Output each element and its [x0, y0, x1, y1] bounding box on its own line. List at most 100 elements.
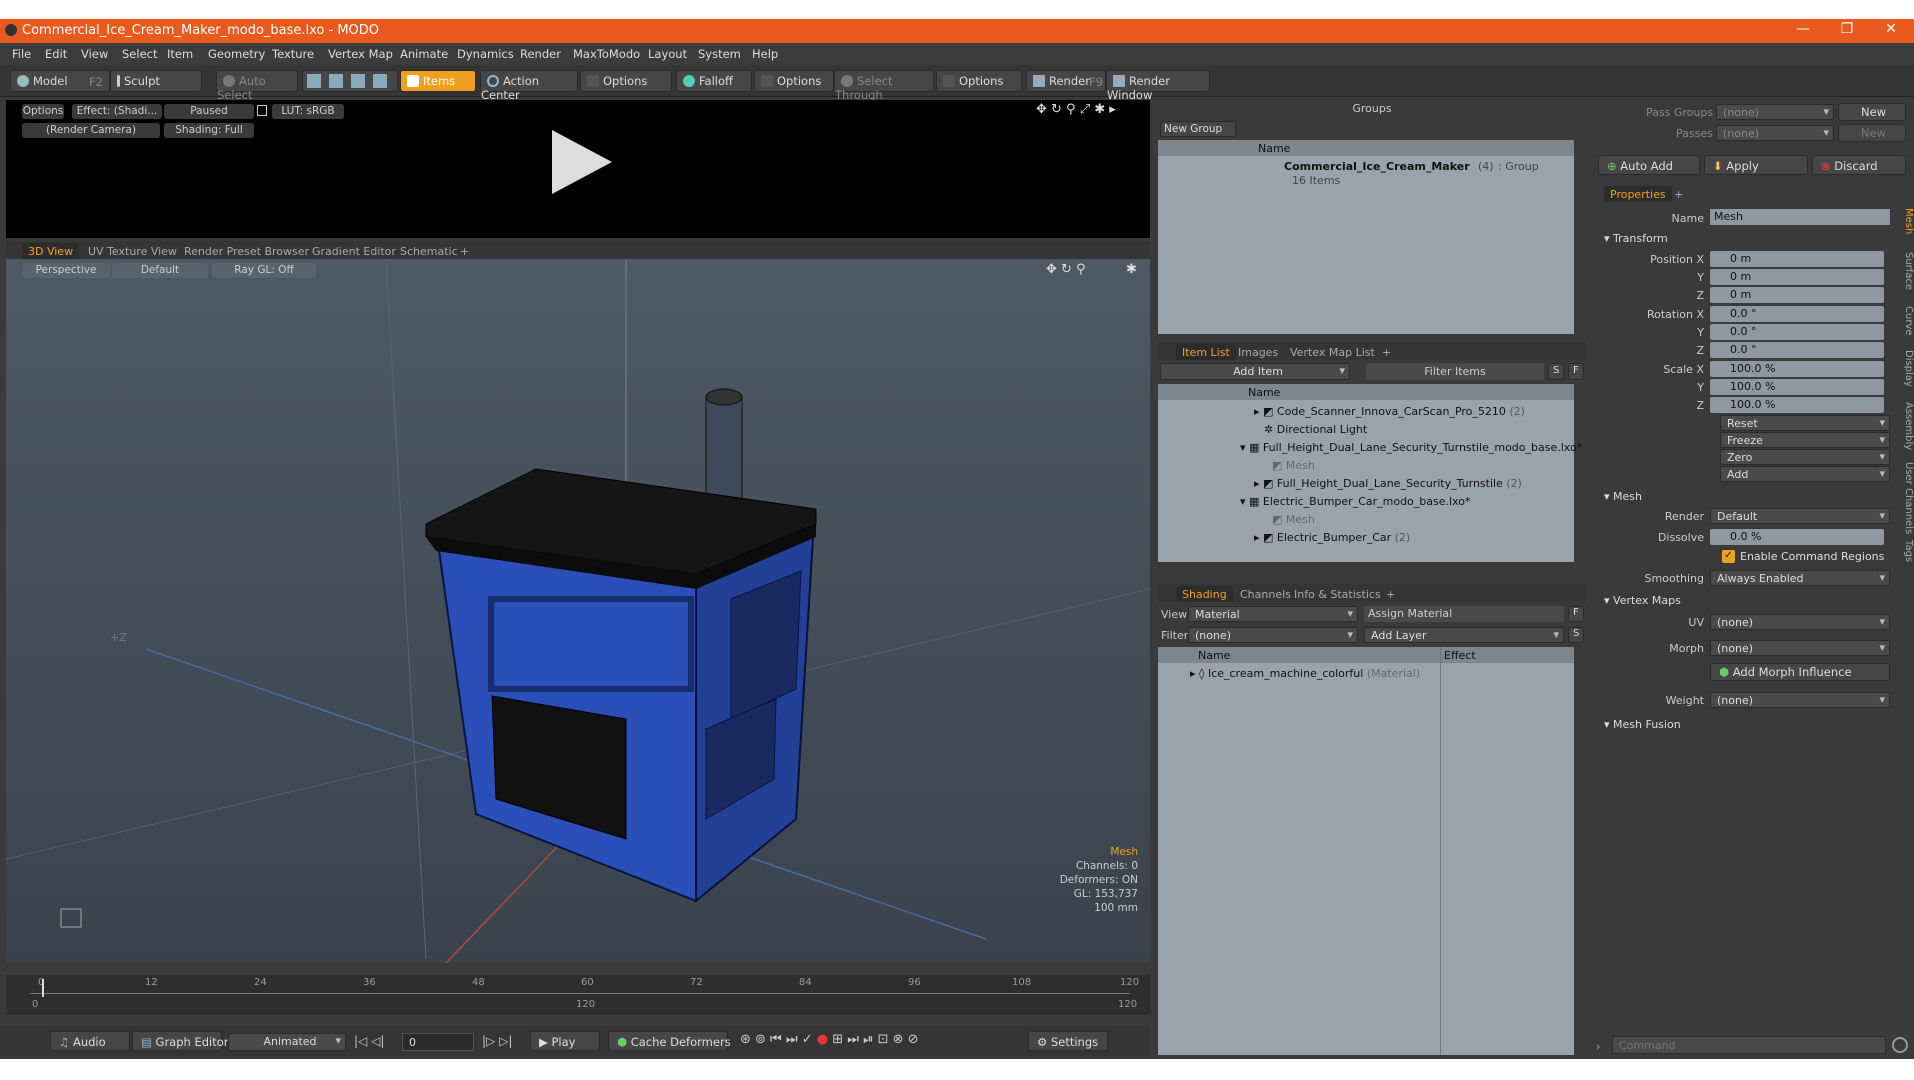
tab-gradient-editor[interactable]: Gradient Editor	[306, 243, 402, 259]
play-icon[interactable]	[546, 128, 616, 198]
cache-deformers-button[interactable]: ⬢ Cache Deformers	[608, 1031, 731, 1051]
new-pass-button[interactable]: New	[1838, 124, 1906, 142]
add-tab-button[interactable]: +	[454, 243, 475, 259]
playhead[interactable]	[42, 979, 44, 997]
menu-texture[interactable]: Texture	[272, 47, 314, 61]
viewport-3d[interactable]: Perspective Default Ray GL: Off ✥ ↻ ⚲ ✱ …	[6, 259, 1150, 963]
view-dropdown[interactable]: Material	[1188, 606, 1358, 622]
tab-vertex-map-list[interactable]: Vertex Map List	[1284, 344, 1381, 360]
shader-tree[interactable]: Name Effect ▸ ◊ Ice_cream_machine_colorf…	[1158, 647, 1574, 1055]
vertices-icon[interactable]	[307, 74, 321, 88]
render-preview[interactable]: Options Effect: (Shadi... Paused LUT: sR…	[6, 100, 1150, 238]
filter-dropdown[interactable]: (none)	[1188, 627, 1358, 643]
step-forward-icon[interactable]: |▷ ▷|	[482, 1034, 512, 1048]
menu-file[interactable]: File	[12, 47, 31, 61]
rotation-y-field[interactable]: 0.0 °	[1710, 324, 1884, 340]
shading-f-button[interactable]: F	[1568, 606, 1584, 622]
side-tab-tags[interactable]: Tags	[1896, 540, 1914, 562]
list-item[interactable]: ▾ ▦ Full_Height_Dual_Lane_Security_Turns…	[1240, 441, 1582, 454]
tab-info-statistics[interactable]: Info & Statistics	[1288, 586, 1387, 602]
add-tab-button[interactable]: +	[1380, 586, 1401, 602]
menu-animate[interactable]: Animate	[400, 47, 448, 61]
jump-start-icon[interactable]: |◁ ◁|	[354, 1034, 384, 1048]
audio-button[interactable]: ♫ Audio	[50, 1031, 130, 1051]
groups-list[interactable]: Name Commercial_Ice_Cream_Maker (4) : Gr…	[1158, 140, 1574, 334]
scale-y-field[interactable]: 100.0 %	[1710, 379, 1884, 395]
side-tab-mesh[interactable]: Mesh	[1896, 208, 1914, 234]
menu-edit[interactable]: Edit	[45, 47, 67, 61]
group-item-name[interactable]: Commercial_Ice_Cream_Maker	[1284, 160, 1470, 173]
auto-add-button[interactable]: ⊕ Auto Add	[1598, 155, 1700, 175]
item-list[interactable]: Name ▸ ◩ Code_Scanner_Innova_CarScan_Pro…	[1158, 384, 1582, 562]
tab-properties[interactable]: Properties	[1604, 186, 1672, 202]
settings-button[interactable]: ⚙ Settings	[1028, 1031, 1108, 1051]
discard-button[interactable]: ⊗ Discard	[1812, 155, 1906, 175]
select-mode-group[interactable]	[302, 70, 398, 92]
options-button-3[interactable]: Options	[936, 70, 1022, 92]
rotation-x-field[interactable]: 0.0 °	[1710, 306, 1884, 322]
item-list-f-button[interactable]: F	[1568, 363, 1584, 380]
position-x-field[interactable]: 0 m	[1710, 251, 1884, 267]
add-dropdown[interactable]: Add	[1720, 466, 1890, 482]
falloff-button[interactable]: Falloff	[676, 70, 752, 92]
morph-dropdown[interactable]: (none)	[1710, 640, 1890, 656]
menu-layout[interactable]: Layout	[648, 47, 687, 61]
model-button[interactable]: Model F2	[10, 70, 110, 92]
reset-dropdown[interactable]: Reset	[1720, 415, 1890, 431]
action-center-button[interactable]: Action Center	[480, 70, 578, 102]
assign-material-button[interactable]: Assign Material	[1364, 606, 1564, 622]
tab-render-preset-browser[interactable]: Render Preset Browser	[178, 243, 315, 259]
name-field[interactable]: Mesh	[1710, 209, 1890, 225]
new-group-button[interactable]: New Group	[1160, 121, 1236, 137]
weight-dropdown[interactable]: (none)	[1710, 692, 1890, 708]
side-tab-curve[interactable]: Curve	[1896, 306, 1914, 336]
animated-dropdown[interactable]: Animated	[228, 1033, 346, 1051]
scale-z-field[interactable]: 100.0 %	[1710, 397, 1884, 413]
preview-paused[interactable]: Paused	[164, 104, 254, 119]
preview-effect[interactable]: Effect: (Shadi...	[72, 104, 162, 119]
rotation-z-field[interactable]: 0.0 °	[1710, 342, 1884, 358]
play-button[interactable]: ▶ Play	[530, 1031, 600, 1051]
menu-render[interactable]: Render	[520, 47, 561, 61]
timeline[interactable]: 0 12 24 36 48 60 72 84 96 108 120 0 120 …	[6, 975, 1150, 1015]
minimize-button[interactable]: —	[1788, 21, 1818, 37]
menu-help[interactable]: Help	[752, 47, 778, 61]
preview-shading[interactable]: Shading: Full	[164, 123, 254, 138]
add-morph-influence-button[interactable]: ⬢ Add Morph Influence	[1710, 663, 1890, 681]
menu-vertex-map[interactable]: Vertex Map	[328, 47, 393, 61]
item-list-s-button[interactable]: S	[1548, 363, 1564, 380]
pass-groups-dropdown[interactable]: (none)	[1716, 104, 1834, 120]
sculpt-button[interactable]: Sculpt	[110, 70, 202, 92]
menu-maxtomodo[interactable]: MaxToModo	[573, 47, 640, 61]
list-item[interactable]: ▾ ▦ Electric_Bumper_Car_modo_base.lxo*	[1240, 495, 1470, 508]
edges-icon[interactable]	[329, 74, 343, 88]
vertex-maps-section[interactable]: ▾ Vertex Maps	[1604, 594, 1681, 607]
mesh-section[interactable]: ▾ Mesh	[1604, 490, 1642, 503]
render-button[interactable]: Render F9	[1026, 70, 1106, 92]
tab-shading[interactable]: Shading	[1176, 586, 1233, 602]
materials-icon[interactable]	[373, 74, 387, 88]
scale-x-field[interactable]: 100.0 %	[1710, 361, 1884, 377]
zero-dropdown[interactable]: Zero	[1720, 449, 1890, 465]
menu-view[interactable]: View	[81, 47, 108, 61]
tab-3d-view[interactable]: 3D View	[22, 243, 80, 259]
new-pass-group-button[interactable]: New	[1838, 103, 1906, 121]
graph-editor-button[interactable]: ▤ Graph Editor	[132, 1031, 229, 1051]
list-item[interactable]: ◩ Mesh	[1272, 459, 1315, 472]
add-item-dropdown[interactable]: Add Item	[1160, 363, 1350, 380]
side-tab-display[interactable]: Display	[1896, 350, 1914, 387]
items-button[interactable]: Items	[400, 70, 476, 92]
render-window-button[interactable]: Render Window	[1106, 70, 1210, 102]
add-tab-button[interactable]: +	[1376, 344, 1397, 360]
smoothing-dropdown[interactable]: Always Enabled	[1710, 570, 1890, 586]
dissolve-field[interactable]: 0.0 %	[1710, 529, 1884, 545]
list-item[interactable]: ▸ ◩ Full_Height_Dual_Lane_Security_Turns…	[1254, 477, 1522, 490]
side-tab-surface[interactable]: Surface	[1896, 252, 1914, 290]
list-item[interactable]: ◩ Mesh	[1272, 513, 1315, 526]
maximize-button[interactable]: ❐	[1832, 21, 1862, 37]
render-dropdown[interactable]: Default	[1710, 508, 1890, 524]
frame-input[interactable]: 0	[402, 1033, 474, 1051]
menu-select[interactable]: Select	[122, 47, 157, 61]
menu-dynamics[interactable]: Dynamics	[457, 47, 514, 61]
freeze-dropdown[interactable]: Freeze	[1720, 432, 1890, 448]
